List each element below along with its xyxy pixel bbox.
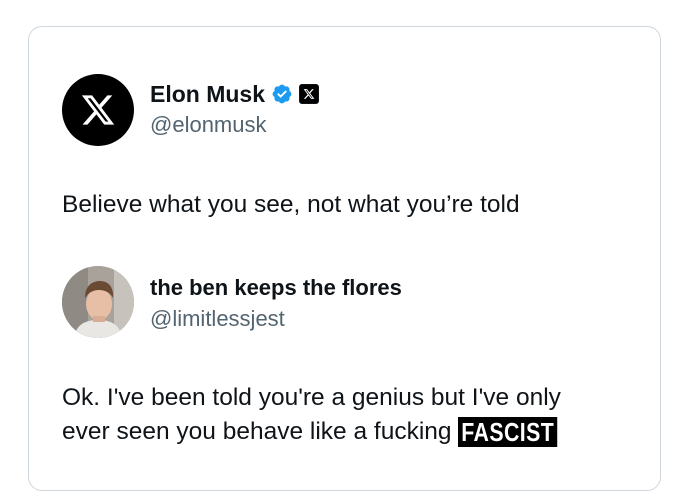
reply-author-display-name[interactable]: the ben keeps the flores [150, 274, 402, 302]
author-display-name[interactable]: Elon Musk [150, 80, 265, 108]
profile-photo-icon [62, 266, 134, 338]
reply-author-handle[interactable]: @limitlessjest [150, 306, 285, 332]
reply-text-line-2-row: ever seen you behave like a fucking FASC… [62, 415, 652, 449]
author-handle[interactable]: @elonmusk [150, 112, 267, 138]
overlay-stamp-text: FASCIST [458, 417, 558, 447]
x-affiliation-badge-icon [299, 84, 320, 104]
x-logo-avatar[interactable] [62, 74, 134, 146]
x-logo-icon [81, 95, 115, 125]
reply-author-avatar[interactable] [62, 266, 134, 338]
author-name-row: Elon Musk [150, 80, 320, 108]
reply-tweet-text: Ok. I've been told you're a genius but I… [62, 381, 652, 449]
reply-text-line-2: ever seen you behave like a fucking [62, 418, 452, 445]
original-tweet-text: Believe what you see, not what you’re to… [62, 191, 520, 218]
reply-text-line-1: Ok. I've been told you're a genius but I… [62, 384, 561, 411]
verified-badge-icon [271, 83, 293, 105]
